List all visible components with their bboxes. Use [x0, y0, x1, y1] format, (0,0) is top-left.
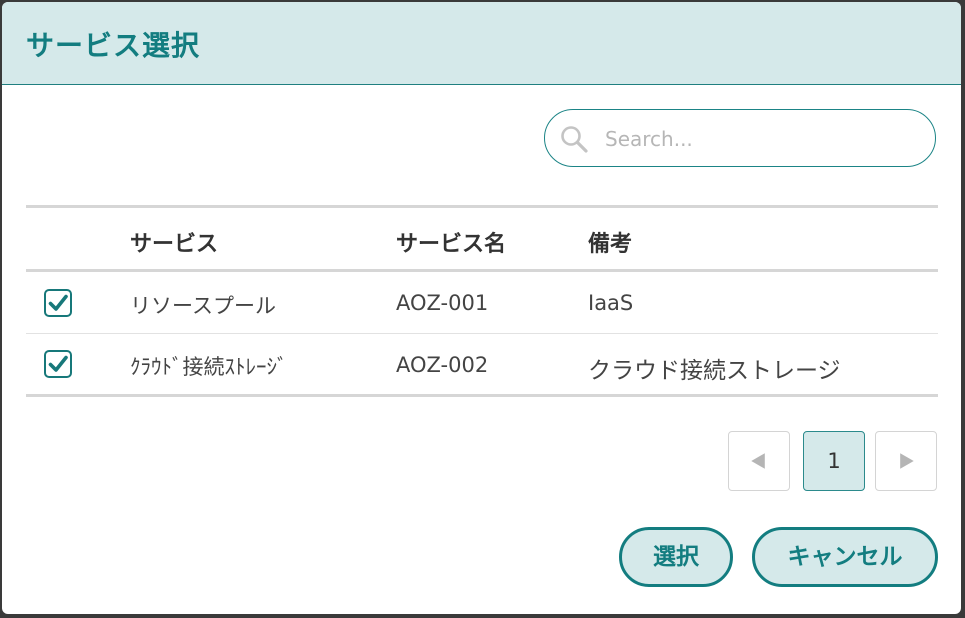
cell-service-name: AOZ-002	[396, 353, 489, 377]
cell-service: ｸﾗｳﾄﾞ接続ｽﾄﾚｰｼﾞ	[130, 355, 288, 379]
table-row[interactable]: リソースプール AOZ-001 IaaS	[26, 272, 938, 332]
column-header-service-name: サービス名	[396, 232, 507, 257]
service-select-dialog: サービス選択 サービス サービス名 備考 リソースプール AOZ-001 Iaa…	[2, 2, 961, 614]
select-button[interactable]: 選択	[619, 527, 733, 587]
cell-service: リソースプール	[130, 294, 276, 318]
column-header-service: サービス	[130, 232, 219, 257]
dialog-header: サービス選択	[2, 2, 961, 85]
checkmark-icon	[48, 355, 68, 372]
row-checkbox[interactable]	[44, 289, 72, 317]
search-icon	[561, 126, 588, 153]
dialog-title: サービス選択	[26, 29, 201, 62]
triangle-left-icon	[751, 453, 765, 469]
checkmark-icon	[48, 294, 68, 311]
cancel-button[interactable]: キャンセル	[752, 527, 938, 587]
pagination-next-button[interactable]	[875, 431, 937, 491]
cell-note: クラウド接続ストレージ	[588, 358, 841, 384]
cell-note: IaaS	[588, 291, 634, 315]
pagination-page-label: 1	[827, 449, 841, 473]
table-bottom-border	[26, 394, 938, 397]
search-input[interactable]	[603, 123, 917, 155]
column-header-note: 備考	[588, 232, 633, 257]
cell-service-name: AOZ-001	[396, 291, 489, 315]
pagination-page-button[interactable]: 1	[803, 431, 865, 491]
search-box[interactable]	[544, 109, 936, 167]
triangle-right-icon	[900, 453, 914, 469]
row-checkbox[interactable]	[44, 350, 72, 378]
pagination-prev-button[interactable]	[728, 431, 790, 491]
table-header-row: サービス サービス名 備考	[26, 208, 938, 270]
table-row[interactable]: ｸﾗｳﾄﾞ接続ｽﾄﾚｰｼﾞ AOZ-002 クラウド接続ストレージ	[26, 334, 938, 394]
